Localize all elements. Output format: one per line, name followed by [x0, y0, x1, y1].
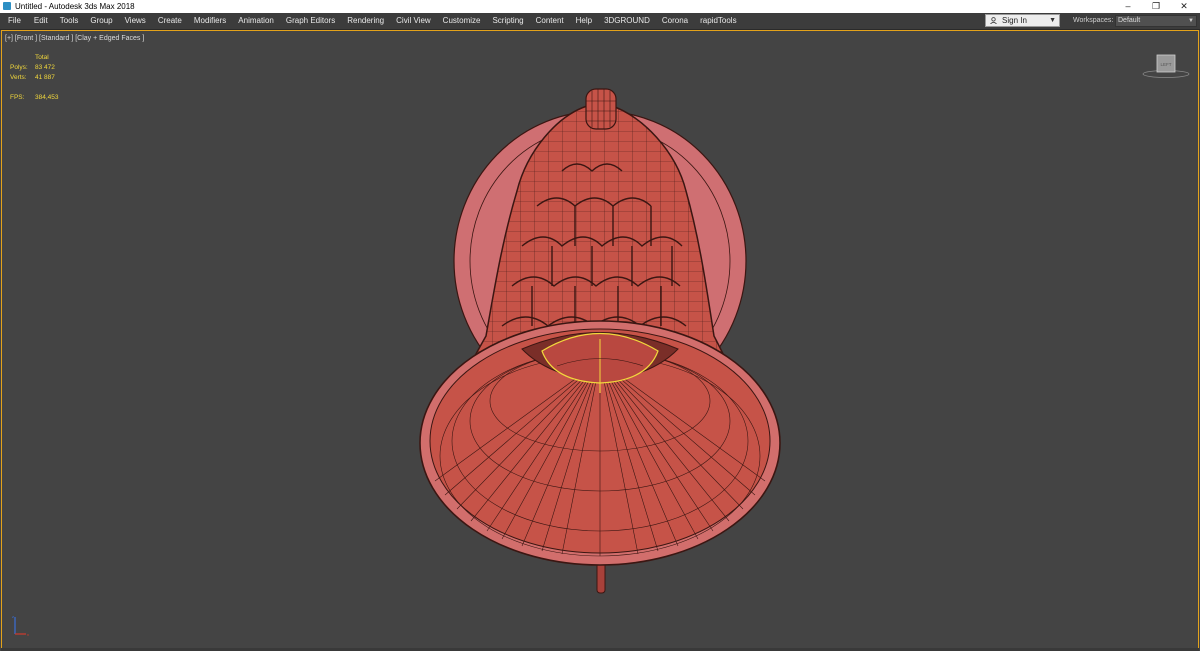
title-bar: Untitled - Autodesk 3ds Max 2018 – ❐ ✕ [0, 0, 1200, 13]
bell-mesh[interactable] [2, 31, 1198, 648]
restore-button[interactable]: ❐ [1143, 0, 1169, 13]
viewcube-icon[interactable]: LEFT [1142, 53, 1190, 79]
chevron-down-icon: ▼ [1049, 17, 1056, 24]
front-viewport[interactable]: [+] [Front ] [Standard ] [Clay + Edged F… [1, 30, 1199, 649]
menu-create[interactable]: Create [158, 13, 182, 29]
menu-modifiers[interactable]: Modifiers [194, 13, 226, 29]
menu-content[interactable]: Content [536, 13, 564, 29]
menu-help[interactable]: Help [576, 13, 592, 29]
workspaces-select[interactable]: Default ▼ [1115, 15, 1197, 27]
svg-text:z: z [12, 614, 14, 619]
workspaces-label: Workspaces: [1073, 17, 1114, 24]
menu-views[interactable]: Views [125, 13, 146, 29]
menu-rapidtools[interactable]: rapidTools [700, 13, 736, 29]
menu-items: File Edit Tools Group Views Create Modifiers An… [0, 13, 737, 29]
axis-tripod-icon: x z [12, 614, 29, 637]
window-title: Untitled - Autodesk 3ds Max 2018 [15, 2, 135, 11]
viewcube-face-label: LEFT [1160, 62, 1171, 67]
minimize-button[interactable]: – [1115, 0, 1141, 13]
menu-civil-view[interactable]: Civil View [396, 13, 431, 29]
menu-animation[interactable]: Animation [238, 13, 274, 29]
menu-edit[interactable]: Edit [34, 13, 48, 29]
chevron-down-icon: ▼ [1188, 18, 1194, 24]
sign-in-label: Sign In [1002, 16, 1027, 25]
sign-in-dropdown[interactable]: Sign In ▼ [985, 14, 1060, 27]
menu-corona[interactable]: Corona [662, 13, 688, 29]
menu-bar: File Edit Tools Group Views Create Modifiers An… [0, 13, 1200, 30]
menu-rendering[interactable]: Rendering [347, 13, 384, 29]
workspaces-value: Default [1118, 17, 1141, 24]
menu-customize[interactable]: Customize [443, 13, 481, 29]
app-icon [3, 2, 11, 10]
menu-group[interactable]: Group [90, 13, 112, 29]
svg-text:x: x [27, 632, 29, 637]
menu-tools[interactable]: Tools [60, 13, 79, 29]
menu-file[interactable]: File [8, 13, 21, 29]
menu-graph-editors[interactable]: Graph Editors [286, 13, 335, 29]
user-icon [990, 17, 997, 24]
menu-scripting[interactable]: Scripting [492, 13, 523, 29]
close-button[interactable]: ✕ [1171, 0, 1197, 13]
menu-3dground[interactable]: 3DGROUND [604, 13, 650, 29]
bell-handle [585, 88, 617, 130]
